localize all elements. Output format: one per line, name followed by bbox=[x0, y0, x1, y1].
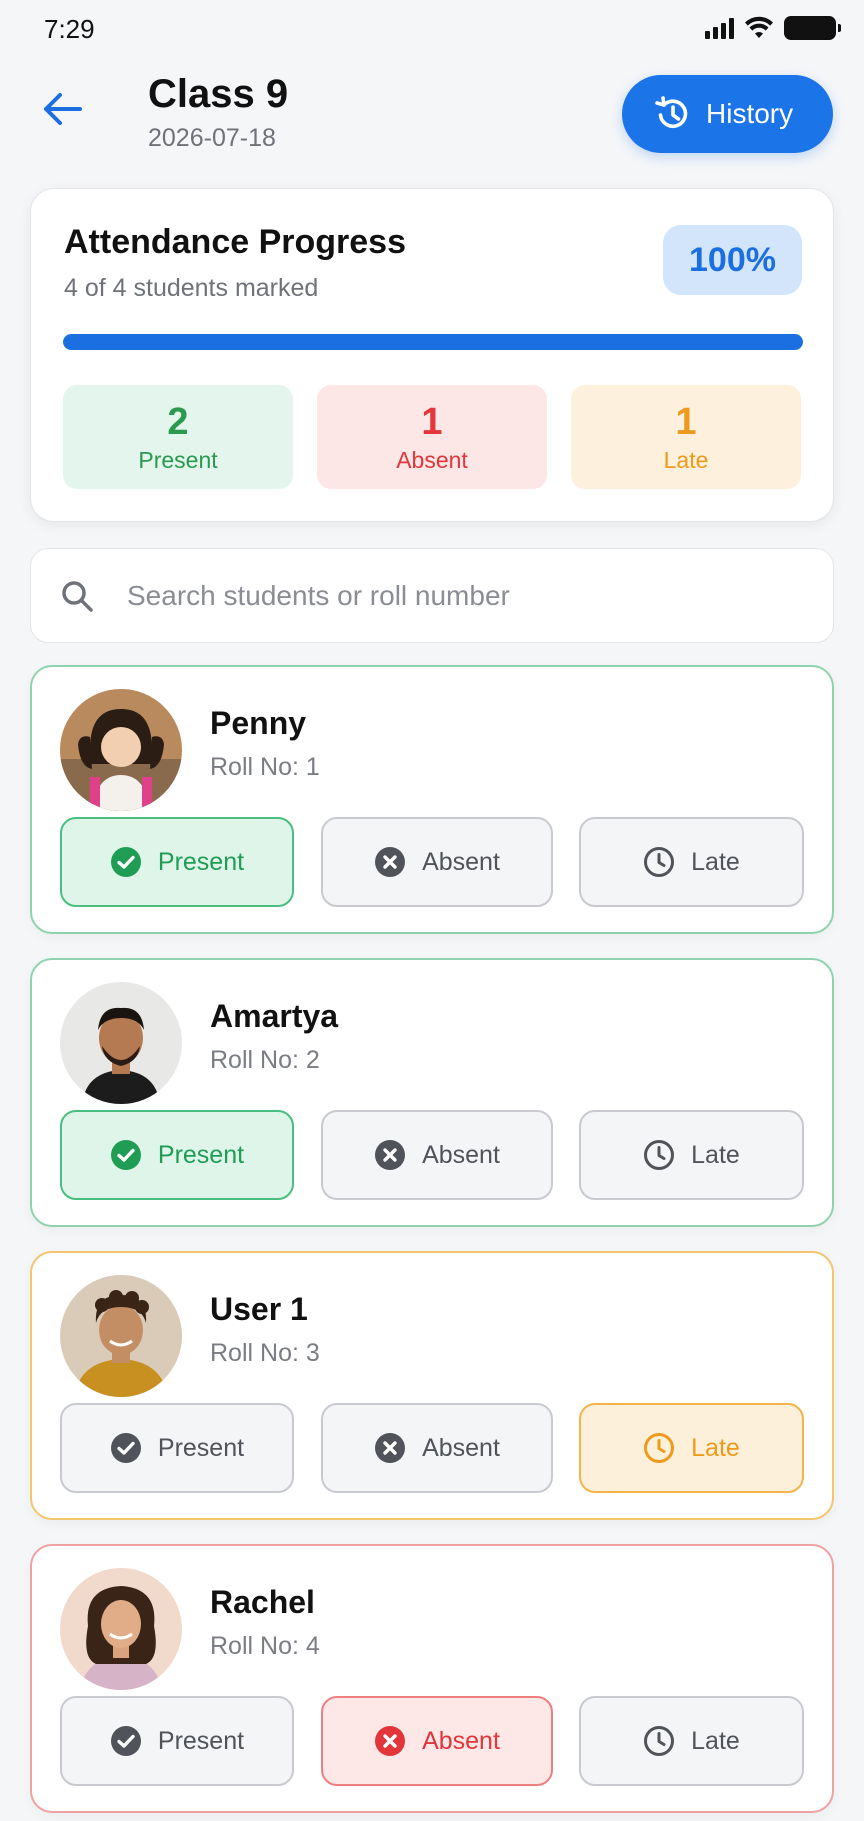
signal-icon bbox=[705, 17, 734, 39]
progress-bar-fill bbox=[63, 334, 803, 350]
stat-present-count: 2 bbox=[167, 400, 189, 443]
student-name: Rachel bbox=[210, 1584, 315, 1620]
absent-button[interactable]: Absent bbox=[321, 1110, 553, 1200]
absent-button[interactable]: Absent bbox=[321, 1696, 553, 1786]
x-circle-icon bbox=[375, 847, 406, 877]
student-card: User 1 Roll No: 3 Present Absent Late bbox=[30, 1251, 834, 1520]
status-bar: 7:29 bbox=[0, 0, 864, 56]
stat-present-label: Present bbox=[138, 446, 218, 473]
late-button[interactable]: Late bbox=[579, 1696, 804, 1786]
status-time: 7:29 bbox=[44, 14, 95, 44]
absent-button[interactable]: Absent bbox=[321, 1403, 553, 1493]
stat-absent-count: 1 bbox=[421, 400, 443, 443]
page-title: Class 9 bbox=[148, 72, 289, 116]
arrow-left-icon bbox=[44, 93, 82, 125]
check-circle-icon bbox=[110, 1433, 141, 1463]
attendance-progress-card: Attendance Progress 4 of 4 students mark… bbox=[30, 188, 834, 522]
student-roll: Roll No: 1 bbox=[210, 753, 320, 781]
late-button[interactable]: Late bbox=[579, 1403, 804, 1493]
search-icon bbox=[62, 580, 93, 612]
search-input[interactable] bbox=[127, 579, 787, 612]
student-roll: Roll No: 2 bbox=[210, 1046, 320, 1074]
status-icons bbox=[705, 16, 841, 40]
clock-icon bbox=[644, 1726, 675, 1756]
stat-absent: 1 Absent bbox=[317, 385, 547, 489]
absent-button[interactable]: Absent bbox=[321, 817, 553, 907]
check-circle-icon bbox=[110, 1140, 141, 1170]
history-button[interactable]: History bbox=[622, 75, 833, 153]
absent-button-label: Absent bbox=[422, 1726, 500, 1755]
progress-title: Attendance Progress bbox=[64, 223, 406, 261]
stat-absent-label: Absent bbox=[396, 446, 468, 473]
history-button-label: History bbox=[706, 98, 794, 129]
stat-late-count: 1 bbox=[675, 400, 697, 443]
absent-button-label: Absent bbox=[422, 847, 500, 876]
clock-icon bbox=[644, 847, 675, 877]
progress-bar bbox=[63, 334, 803, 350]
x-circle-icon bbox=[375, 1433, 406, 1463]
student-card: Penny Roll No: 1 Present Absent Late bbox=[30, 665, 834, 934]
check-circle-icon bbox=[110, 847, 141, 877]
late-button-label: Late bbox=[691, 1140, 740, 1169]
late-button-label: Late bbox=[691, 847, 740, 876]
late-button-label: Late bbox=[691, 1726, 740, 1755]
late-button-label: Late bbox=[691, 1433, 740, 1462]
late-button[interactable]: Late bbox=[579, 817, 804, 907]
stat-present: 2 Present bbox=[63, 385, 293, 489]
present-button[interactable]: Present bbox=[60, 1403, 294, 1493]
student-roll: Roll No: 4 bbox=[210, 1632, 320, 1660]
present-button[interactable]: Present bbox=[60, 817, 294, 907]
absent-button-label: Absent bbox=[422, 1433, 500, 1462]
clock-icon bbox=[644, 1140, 675, 1170]
avatar bbox=[60, 689, 182, 811]
late-button[interactable]: Late bbox=[579, 1110, 804, 1200]
student-name: Amartya bbox=[210, 998, 339, 1034]
present-button[interactable]: Present bbox=[60, 1696, 294, 1786]
present-button-label: Present bbox=[157, 1433, 245, 1462]
back-button[interactable] bbox=[36, 86, 88, 132]
student-card: Rachel Roll No: 4 Present Absent Late bbox=[30, 1544, 834, 1813]
present-button-label: Present bbox=[157, 1726, 245, 1755]
absent-button-label: Absent bbox=[422, 1140, 500, 1169]
clock-icon bbox=[644, 1433, 675, 1463]
student-name: User 1 bbox=[210, 1291, 308, 1327]
progress-percent-badge: 100% bbox=[663, 225, 802, 295]
wifi-icon bbox=[745, 16, 773, 38]
search-bar[interactable] bbox=[30, 548, 834, 643]
avatar bbox=[60, 982, 182, 1104]
stat-late: 1 Late bbox=[571, 385, 801, 489]
history-icon bbox=[655, 96, 688, 129]
check-circle-icon bbox=[110, 1726, 141, 1756]
battery-icon bbox=[784, 16, 841, 40]
student-roll: Roll No: 3 bbox=[210, 1339, 320, 1367]
page-date: 2026-07-18 bbox=[148, 124, 276, 152]
progress-subtitle: 4 of 4 students marked bbox=[64, 274, 319, 302]
avatar bbox=[60, 1275, 182, 1397]
avatar bbox=[60, 1568, 182, 1690]
present-button-label: Present bbox=[157, 847, 245, 876]
x-circle-icon bbox=[375, 1140, 406, 1170]
stat-late-label: Late bbox=[663, 446, 709, 473]
present-button-label: Present bbox=[157, 1140, 245, 1169]
present-button[interactable]: Present bbox=[60, 1110, 294, 1200]
student-card: Amartya Roll No: 2 Present Absent Late bbox=[30, 958, 834, 1227]
student-name: Penny bbox=[210, 705, 307, 741]
x-circle-icon bbox=[375, 1726, 406, 1756]
